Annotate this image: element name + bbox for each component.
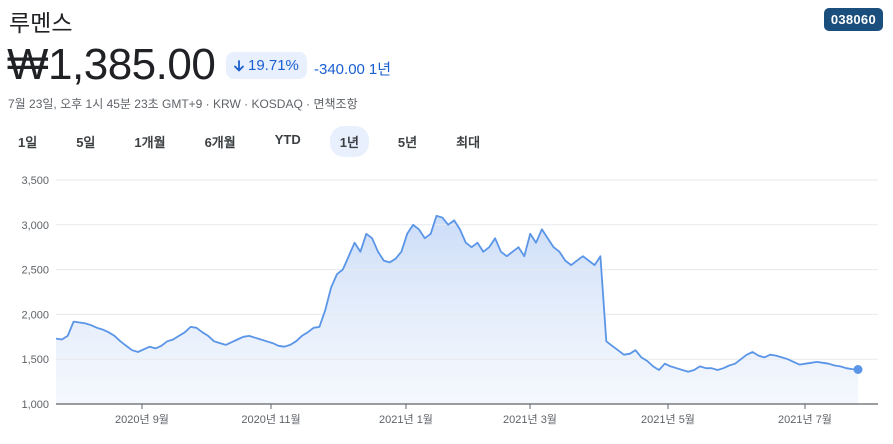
price-chart[interactable]: 3,500 3,000 2,500 2,000 1,500 1,000 2020년 9월 20… bbox=[0, 168, 893, 444]
y-tick-label: 1,500 bbox=[21, 354, 49, 366]
x-tick-label: 2020년 9월 bbox=[115, 413, 169, 426]
ticker-badge[interactable]: 038060 bbox=[823, 8, 883, 31]
price-area bbox=[56, 215, 858, 404]
range-button-2[interactable]: 1개월 bbox=[124, 126, 175, 157]
y-tick-label: 3,500 bbox=[21, 175, 49, 187]
last-price-point[interactable] bbox=[853, 365, 863, 375]
absolute-change-value: -340.00 bbox=[314, 61, 365, 78]
change-period: 1년 bbox=[368, 61, 392, 78]
range-button-7[interactable]: 최대 bbox=[446, 126, 490, 157]
market-meta-info: 7월 23일, 오후 1시 45분 23초 GMT+9 · KRW · KOSD… bbox=[8, 97, 358, 111]
absolute-change: -340.00 1년 bbox=[314, 58, 391, 79]
range-button-6[interactable]: 5년 bbox=[388, 126, 427, 157]
percent-change-value: 19.71% bbox=[248, 57, 299, 74]
x-tick-label: 2021년 3월 bbox=[503, 413, 557, 426]
x-tick-label: 2021년 7월 bbox=[778, 413, 832, 426]
percent-change-chip: 19.71% bbox=[226, 52, 307, 79]
stock-name: 루멘스 bbox=[9, 10, 73, 36]
x-tick-label: 2020년 11월 bbox=[241, 413, 300, 426]
y-tick-label: 2,000 bbox=[21, 309, 49, 321]
range-button-4[interactable]: YTD bbox=[265, 126, 311, 157]
range-button-5[interactable]: 1년 bbox=[329, 126, 369, 157]
range-button-0[interactable]: 1일 bbox=[8, 126, 47, 157]
range-button-3[interactable]: 6개월 bbox=[195, 126, 246, 157]
x-tick-label: 2021년 1월 bbox=[379, 413, 433, 426]
y-tick-label: 2,500 bbox=[21, 265, 49, 277]
arrow-down-icon bbox=[232, 59, 246, 73]
x-tick-label: 2021년 5월 bbox=[641, 413, 695, 426]
y-tick-label: 3,000 bbox=[21, 220, 49, 232]
range-selector: 1일 5일 1개월 6개월 YTD 1년 5년 최대 bbox=[8, 126, 509, 157]
current-price: ₩1,385.00 bbox=[7, 40, 216, 89]
range-button-1[interactable]: 5일 bbox=[66, 126, 105, 157]
y-tick-label: 1,000 bbox=[21, 399, 49, 411]
